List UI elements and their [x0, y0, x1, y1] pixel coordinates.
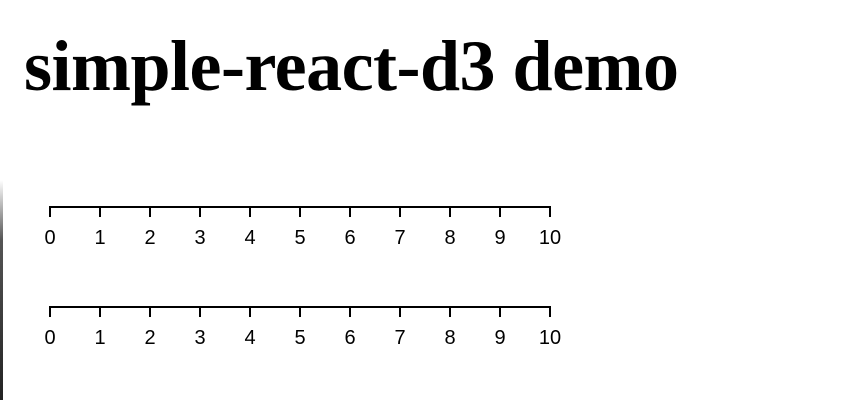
axis-tick-label: 1: [94, 327, 105, 349]
axis-tick-label: 10: [539, 227, 561, 249]
axis-tick-label: 5: [294, 227, 305, 249]
axis-tick-label: 0: [44, 327, 55, 349]
page-title: simple-react-d3 demo: [24, 26, 679, 106]
axis-tick-label: 9: [494, 327, 505, 349]
axis-tick-label: 4: [244, 227, 255, 249]
axis-tick-label: 2: [144, 227, 155, 249]
axis-tick-label: 8: [444, 327, 455, 349]
axis-tick-label: 2: [144, 327, 155, 349]
axis-tick-label: 4: [244, 327, 255, 349]
axis-chart-2: 0 1 2 3 4 5 6 7 8 9 10: [44, 306, 561, 349]
axis-chart-1: 0 1 2 3 4 5 6 7 8 9 10: [44, 206, 561, 249]
axis-tick-label: 6: [344, 227, 355, 249]
axis-tick-label: 9: [494, 227, 505, 249]
axis-tick-label: 1: [94, 227, 105, 249]
axis-tick-label: 10: [539, 327, 561, 349]
axis-tick-label: 3: [194, 227, 205, 249]
axis-tick-label: 6: [344, 327, 355, 349]
axis-tick-label: 8: [444, 227, 455, 249]
axis-tick-label: 7: [394, 227, 405, 249]
axis-tick-label: 3: [194, 327, 205, 349]
axis-tick-label: 0: [44, 227, 55, 249]
axis-tick-label: 7: [394, 327, 405, 349]
axis-tick-label: 5: [294, 327, 305, 349]
